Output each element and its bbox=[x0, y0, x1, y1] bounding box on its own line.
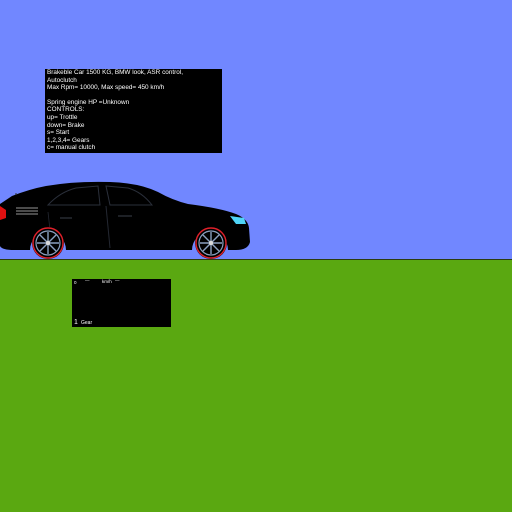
car bbox=[0, 181, 250, 259]
rpm-readout: 0 bbox=[74, 280, 77, 285]
info-line-engine: Spring engine HP =Unknown bbox=[47, 98, 130, 106]
speed-unit-label: km/h bbox=[102, 279, 112, 284]
info-line-control-start: s= Start bbox=[47, 129, 70, 137]
front-wheel bbox=[195, 227, 227, 259]
gear-value: 1 bbox=[74, 319, 78, 326]
info-panel: Brakeble Car 1500 KG, BMW look, ASR cont… bbox=[45, 69, 222, 153]
dash-label-b: — bbox=[115, 278, 120, 283]
info-line-title: Brakeble Car 1500 KG, BMW look, ASR cont… bbox=[47, 69, 184, 76]
info-line-title-cont: Autoclutch bbox=[47, 76, 77, 84]
rear-wheel bbox=[32, 227, 64, 259]
info-line-controls-heading: CONTROLS: bbox=[47, 106, 85, 114]
info-line-control-gears: 1,2,3,4= Gears bbox=[47, 136, 90, 144]
info-line-control-clutch: c= manual clutch bbox=[47, 144, 96, 152]
dashboard-panel: 0 — km/h — 1 Gear bbox=[72, 278, 171, 327]
dash-label-a: — bbox=[85, 278, 90, 283]
gear-label: Gear bbox=[81, 320, 93, 326]
info-line-control-throttle: up= Trottle bbox=[47, 113, 78, 121]
info-line-specs: Max Rpm= 10000, Max speed= 450 km/h bbox=[47, 84, 165, 92]
info-line-blank bbox=[47, 92, 222, 99]
info-line-control-brake: down= Brake bbox=[47, 121, 85, 129]
debris-dot bbox=[15, 193, 17, 195]
